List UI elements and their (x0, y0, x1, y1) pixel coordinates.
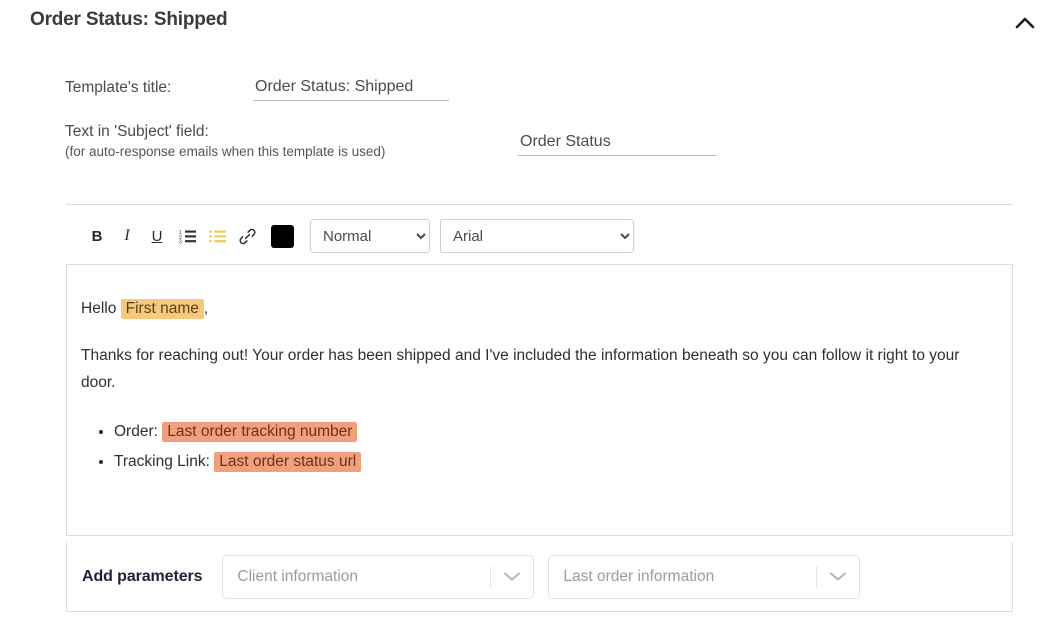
ordered-list-button[interactable]: 1 2 3 (172, 221, 202, 251)
text-color-swatch-button[interactable] (271, 224, 294, 248)
last-order-information-select[interactable]: Last order information (548, 554, 861, 599)
client-information-placeholder: Client information (237, 567, 359, 585)
list-item: Tracking Link: Last order status url (114, 448, 998, 475)
list-item-label: Order: (114, 423, 163, 441)
template-title-input[interactable] (253, 78, 449, 101)
unordered-list-button[interactable] (202, 221, 232, 251)
editor-toolbar: B I U 1 2 3 Normal Arial (66, 217, 1013, 255)
list-item: Order: Last order tracking number (114, 418, 998, 445)
token-first-name[interactable]: First name (120, 299, 204, 319)
italic-button[interactable]: I (112, 221, 142, 251)
unordered-list-icon (208, 229, 226, 244)
token-last-order-tracking-number[interactable]: Last order tracking number (162, 422, 358, 443)
email-body-editor[interactable]: Hello First name, Thanks for reaching ou… (66, 264, 1013, 536)
page-title: Order Status: Shipped (30, 9, 228, 30)
chevron-down-icon[interactable] (817, 571, 859, 582)
link-icon (238, 228, 256, 245)
section-divider (66, 204, 1013, 205)
template-title-row: Template's title: (65, 79, 171, 97)
add-parameters-panel: Add parameters Client information Last o… (66, 542, 1013, 612)
link-button[interactable] (232, 221, 262, 251)
subject-input[interactable] (518, 133, 716, 156)
list-item-label: Tracking Link: (114, 452, 215, 470)
collapse-panel-button[interactable] (1008, 8, 1042, 36)
token-last-order-status-url[interactable]: Last order status url (214, 451, 362, 472)
last-order-information-placeholder: Last order information (563, 567, 715, 585)
subject-field-label: Text in 'Subject' field: (65, 123, 209, 140)
ordered-list-icon: 1 2 3 (179, 229, 196, 244)
panel-header: Order Status: Shipped (0, 0, 1054, 44)
greeting-prefix: Hello (81, 300, 121, 317)
chevron-up-icon (1015, 16, 1035, 29)
add-parameters-label: Add parameters (82, 567, 203, 585)
greeting-line: Hello First name, (81, 295, 998, 322)
heading-style-select[interactable]: Normal (310, 219, 430, 253)
font-family-select[interactable]: Arial (440, 219, 634, 253)
body-paragraph: Thanks for reaching out! Your order has … (81, 347, 960, 392)
subject-field-sublabel: (for auto-response emails when this temp… (65, 144, 386, 159)
greeting-suffix: , (203, 300, 209, 317)
svg-text:3: 3 (179, 239, 182, 243)
template-title-label: Template's title: (65, 79, 172, 96)
subject-field-row: Text in 'Subject' field: (for auto-respo… (65, 123, 385, 159)
chevron-down-icon[interactable] (491, 571, 533, 582)
bold-button[interactable]: B (82, 221, 112, 251)
client-information-select[interactable]: Client information (222, 554, 535, 599)
underline-button[interactable]: U (142, 221, 172, 251)
body-list: Order: Last order tracking number Tracki… (81, 418, 998, 474)
